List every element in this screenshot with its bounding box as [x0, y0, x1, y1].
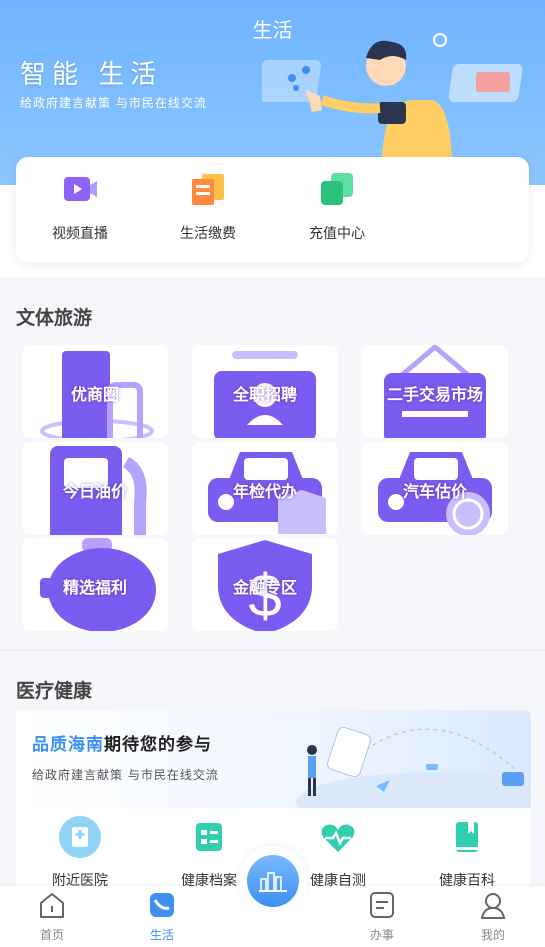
health-item-encyclopedia[interactable]: 健康百科 [417, 816, 517, 890]
tile-gas-price[interactable]: 今日油价 [22, 442, 168, 535]
tile-label: 今日油价 [62, 482, 127, 501]
tile-business-district[interactable]: 优商圈 [22, 345, 168, 438]
encyclopedia-icon [456, 822, 478, 852]
quick-item-label: 视频直播 [52, 226, 108, 242]
quick-item-bill-payment[interactable]: 生活缴费 [153, 171, 263, 251]
tasks-icon [370, 892, 394, 918]
quick-actions-card: 视频直播 生活缴费 充值中心 [16, 157, 529, 262]
banner-title: 品质海南期待您的参与 [32, 730, 212, 755]
nav-label: 办事 [369, 928, 394, 942]
tile-label: 年检代办 [232, 482, 297, 501]
nav-label: 我的 [480, 928, 505, 942]
quick-item-label: 生活缴费 [180, 226, 236, 242]
slogan: 智能 生活 [20, 60, 163, 90]
life-icon [150, 893, 174, 917]
section-divider [0, 650, 545, 651]
tile-car-inspection[interactable]: 年检代办 [192, 442, 338, 535]
bill-payment-icon [192, 174, 224, 205]
home-icon [40, 893, 64, 918]
health-banner[interactable]: 品质海南期待您的参与 给政府建言献策 与市民在线交流 [16, 710, 531, 808]
nav-label: 首页 [39, 928, 64, 942]
hospital-icon [59, 816, 101, 858]
recharge-icon [321, 173, 353, 205]
banner-title-rest: 期待您的参与 [104, 735, 212, 755]
center-action-button[interactable] [238, 846, 308, 916]
heartbeat-icon [321, 824, 355, 852]
quick-item-recharge[interactable]: 充值中心 [282, 171, 392, 251]
section-title-health: 医疗健康 [16, 680, 93, 702]
banner-illustration [296, 726, 531, 808]
nav-label: 生活 [149, 928, 174, 942]
tile-label: 优商圈 [70, 385, 119, 404]
quick-item-video-live[interactable]: 视频直播 [25, 171, 135, 251]
section-title-culture: 文体旅游 [16, 307, 93, 329]
tile-label: 精选福利 [62, 578, 127, 597]
tile-recruitment[interactable]: 全职招聘 [192, 345, 338, 438]
tile-label: 二手交易市场 [386, 385, 483, 404]
nav-item-tasks[interactable]: 办事 [342, 890, 422, 943]
tile-label: 金融专区 [232, 578, 297, 597]
health-record-icon [196, 823, 222, 851]
slogan-subtitle: 给政府建言献策 与市民在线交流 [20, 96, 207, 110]
tile-second-hand-market[interactable]: 二手交易市场 [362, 345, 508, 438]
tile-finance-zone[interactable]: $ 金融专区 [192, 538, 338, 631]
profile-icon [480, 893, 506, 919]
video-live-icon [64, 177, 97, 201]
nav-item-profile[interactable]: 我的 [453, 890, 533, 943]
header-illustration [262, 33, 523, 160]
health-item-hospital[interactable]: 附近医院 [30, 816, 130, 890]
tile-car-valuation[interactable]: 汽车估价 [362, 442, 508, 535]
tile-label: 全职招聘 [232, 385, 297, 404]
tile-label: 汽车估价 [402, 482, 467, 501]
tile-selected-benefits[interactable]: 精选福利 [22, 538, 168, 631]
city-buildings-icon [259, 872, 287, 892]
center-action-button-inner [247, 855, 299, 907]
quick-item-label: 充值中心 [309, 226, 365, 242]
banner-subtitle: 给政府建言献策 与市民在线交流 [32, 768, 219, 782]
banner-title-highlight: 品质海南 [32, 735, 104, 755]
nav-item-life[interactable]: 生活 [122, 890, 202, 943]
nav-item-home[interactable]: 首页 [12, 890, 92, 943]
